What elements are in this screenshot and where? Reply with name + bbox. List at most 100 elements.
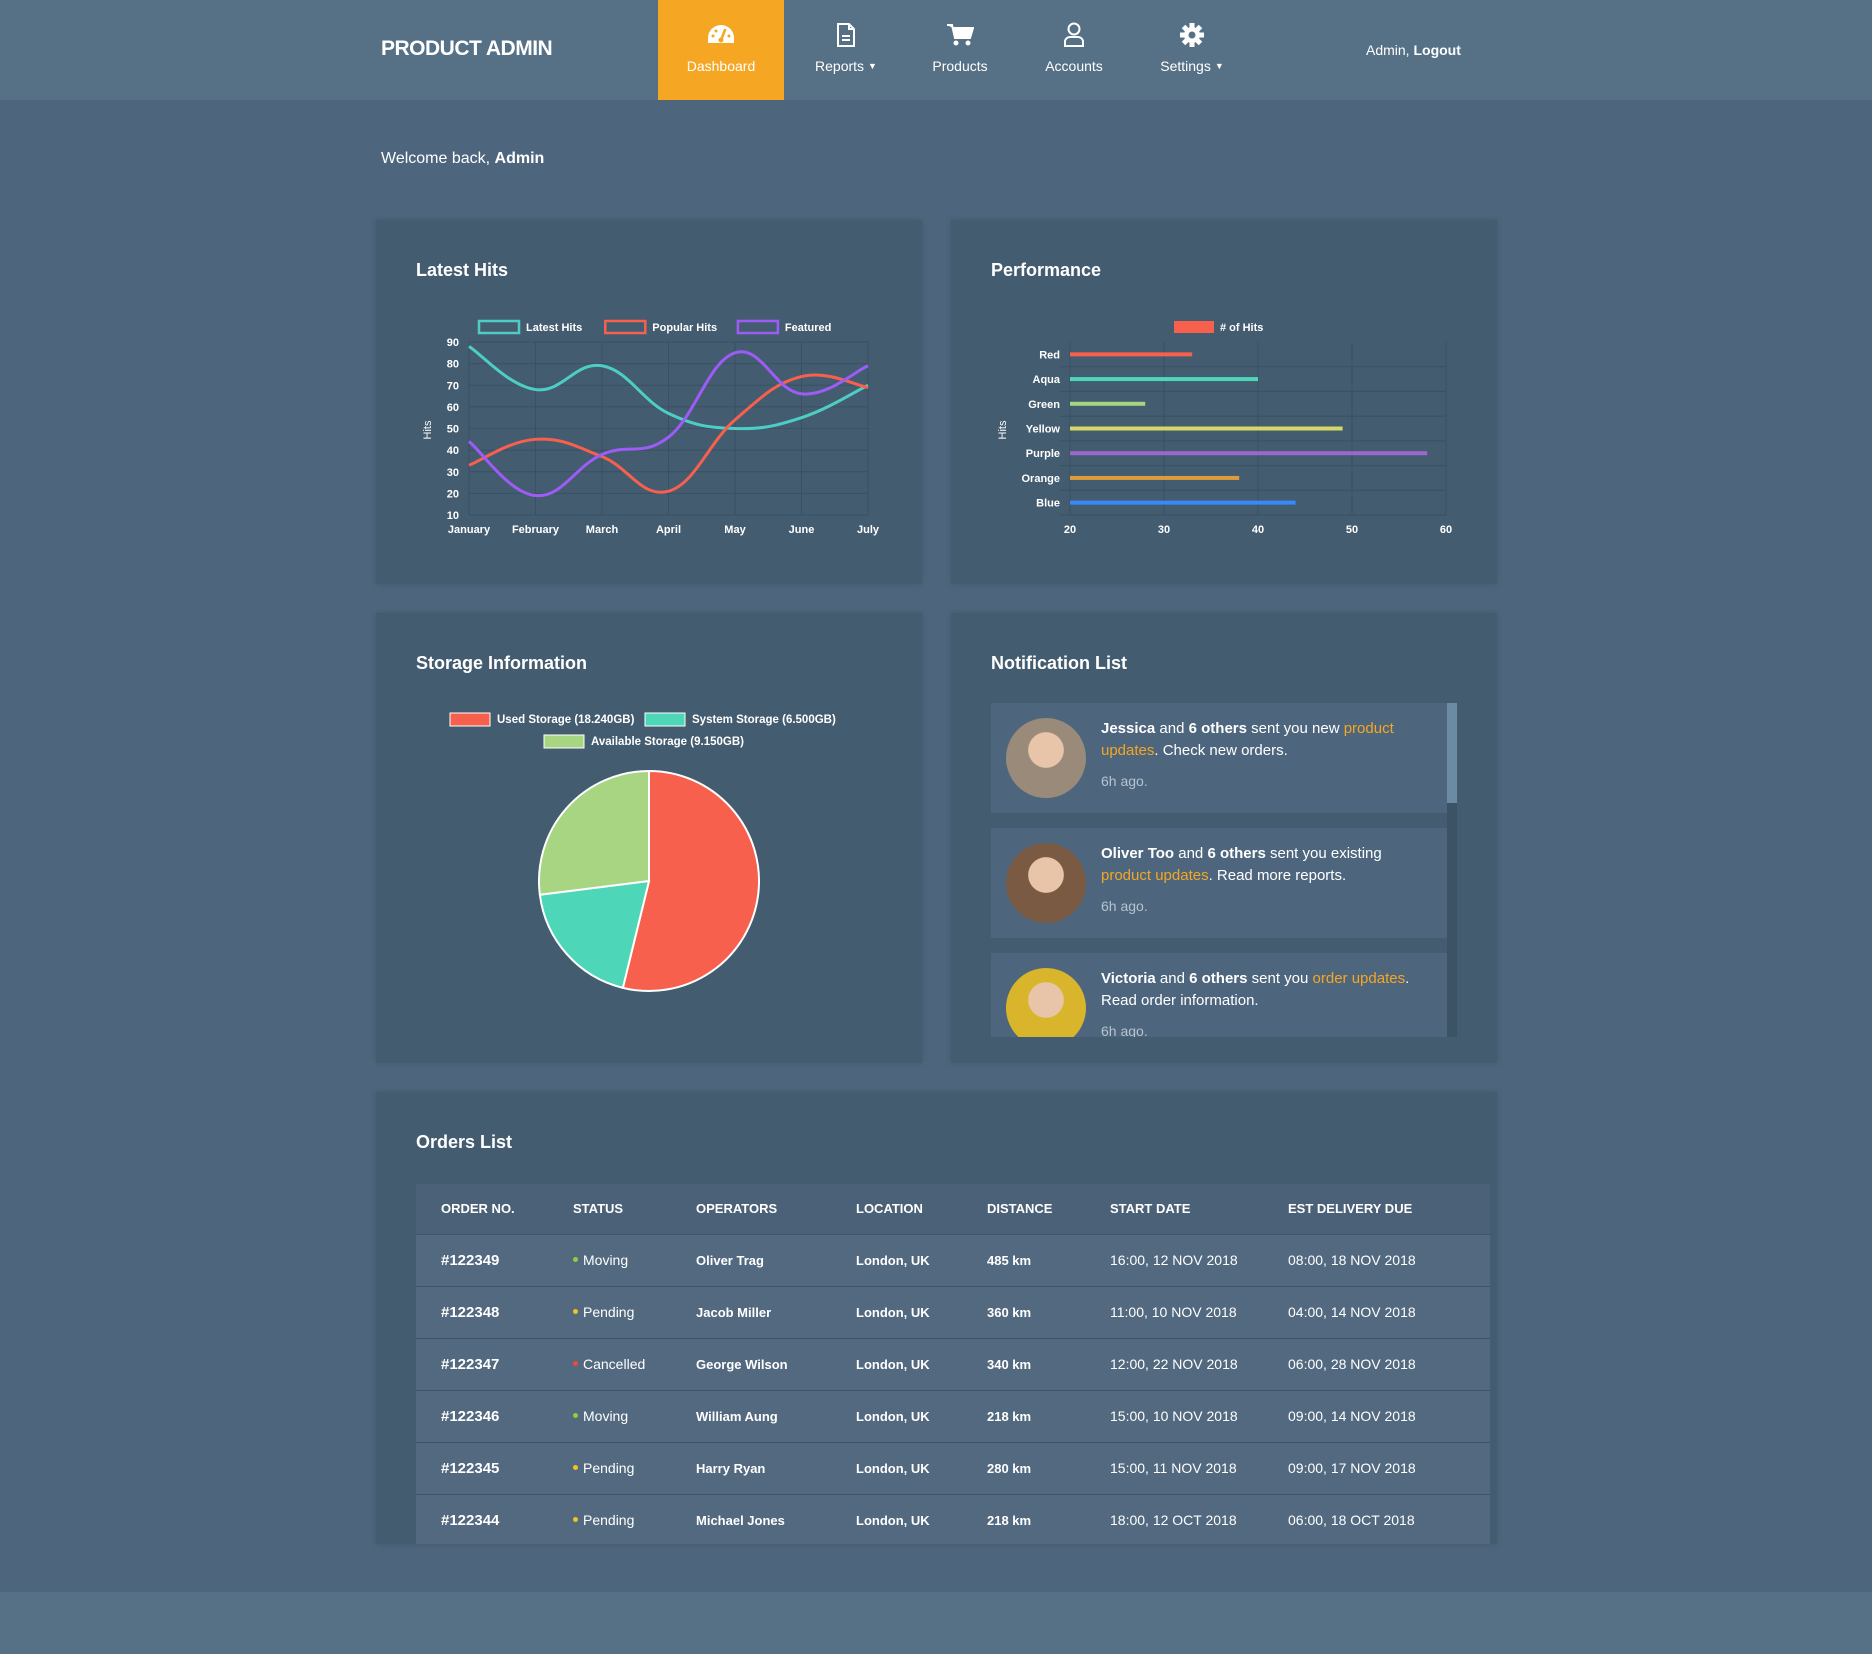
notification-item[interactable]: Oliver Too and 6 others sent you existin… (991, 828, 1447, 938)
legend-swatch (449, 712, 491, 727)
table-row[interactable]: #122344 Pending Michael Jones London, UK… (416, 1494, 1490, 1544)
text-fragment: . Check new orders. (1154, 742, 1288, 759)
sender-name: Jessica (1101, 720, 1156, 737)
y-tick-label: 80 (447, 359, 459, 371)
nav-settings[interactable]: Settings ▼ (1142, 0, 1242, 100)
text-fragment: . Read more reports. (1208, 867, 1347, 884)
brand-logo[interactable]: PRODUCT ADMIN (381, 37, 553, 61)
status-cell: Pending (548, 1286, 671, 1339)
column-header: ORDER NO. (416, 1184, 548, 1235)
order-number: #122344 (416, 1494, 548, 1544)
status-label: Pending (583, 1304, 635, 1320)
text-fragment: and (1174, 845, 1208, 862)
x-tick-label: 30 (1158, 524, 1170, 536)
x-tick-label: July (857, 524, 880, 536)
notification-scroll-area[interactable]: Jessica and 6 others sent you new produc… (991, 703, 1457, 1037)
table-row[interactable]: #122349 Moving Oliver Trag London, UK 48… (416, 1234, 1490, 1287)
status-dot-icon (573, 1412, 578, 1418)
status-label: Cancelled (583, 1356, 646, 1372)
x-tick-label: June (789, 524, 815, 536)
notification-text: Jessica and 6 others sent you new produc… (1101, 718, 1421, 762)
location: London, UK (831, 1494, 962, 1544)
nav-products[interactable]: Products (910, 0, 1010, 100)
nav-accounts-label: Accounts (1045, 58, 1103, 74)
bar-purple (1070, 451, 1428, 456)
notification-link[interactable]: order updates (1313, 970, 1406, 987)
cart-icon (946, 22, 974, 48)
order-number: #122345 (416, 1442, 548, 1495)
operator: Oliver Trag (671, 1234, 831, 1287)
logout-link[interactable]: Logout (1413, 42, 1460, 58)
legend-label: Featured (785, 322, 831, 334)
y-tick-label: 60 (447, 402, 459, 414)
x-tick-label: 20 (1064, 524, 1076, 536)
x-tick-label: January (448, 524, 491, 536)
location: London, UK (831, 1338, 962, 1391)
y-tick-label: 70 (447, 380, 459, 392)
y-tick-label: Yellow (1026, 424, 1061, 436)
notification-item[interactable]: Victoria and 6 others sent you order upd… (991, 953, 1447, 1037)
others-count: 6 others (1188, 720, 1247, 737)
y-tick-label: 50 (447, 424, 459, 436)
distance: 280 km (962, 1442, 1085, 1495)
panel-title: Orders List (416, 1132, 513, 1152)
nav-reports[interactable]: Reports ▼ (796, 0, 896, 100)
location: London, UK (831, 1442, 962, 1495)
column-header: LOCATION (831, 1184, 962, 1235)
bar-blue (1070, 500, 1296, 505)
notification-time: 6h ago. (1101, 898, 1148, 914)
avatar (1006, 968, 1086, 1037)
performance-panel: Performance 20 30 40 50 60 Red Aqua Green Yellow… (951, 220, 1497, 584)
bar-orange (1070, 475, 1240, 480)
location: London, UK (831, 1234, 962, 1287)
start-date: 16:00, 12 NOV 2018 (1085, 1234, 1263, 1287)
nav-dashboard[interactable]: Dashboard (658, 0, 784, 100)
storage-panel: Storage Information Used Storage (18.240… (376, 613, 922, 1063)
status-dot-icon (573, 1308, 578, 1314)
user-name: Admin, (1366, 42, 1410, 58)
notification-link[interactable]: product updates (1101, 867, 1209, 884)
operator: Harry Ryan (671, 1442, 831, 1495)
column-header: START DATE (1085, 1184, 1263, 1235)
status-label: Pending (583, 1512, 635, 1528)
table-header-row: ORDER NO. STATUS OPERATORS LOCATION DISTANCE… (416, 1184, 1490, 1235)
sender-name: Oliver Too (1101, 845, 1175, 862)
panel-title: Notification List (991, 653, 1127, 673)
status-dot-icon (573, 1464, 578, 1470)
welcome-name: Admin (494, 150, 545, 167)
nav-accounts[interactable]: Accounts (1024, 0, 1124, 100)
operator: William Aung (671, 1390, 831, 1443)
y-tick-label: 90 (447, 337, 459, 349)
delivery-due: 06:00, 18 OCT 2018 (1263, 1494, 1490, 1544)
start-date: 12:00, 22 NOV 2018 (1085, 1338, 1263, 1391)
legend-swatch (604, 319, 647, 335)
notification-panel: Notification List Jessica and 6 others s… (951, 613, 1497, 1063)
table-row[interactable]: #122347 Cancelled George Wilson London, … (416, 1338, 1490, 1391)
table-row[interactable]: #122346 Moving William Aung London, UK 2… (416, 1390, 1490, 1443)
notification-list: Jessica and 6 others sent you new produc… (991, 703, 1447, 1037)
status-cell: Moving (548, 1234, 671, 1287)
x-tick-label: 50 (1346, 524, 1358, 536)
status-label: Moving (583, 1408, 629, 1424)
user-menu: Admin, Logout (1366, 42, 1461, 58)
operator: Jacob Miller (671, 1286, 831, 1339)
pie-slice (538, 769, 650, 896)
performance-chart: 20 30 40 50 60 Red Aqua Green Yellow Purple Orange… (997, 321, 1452, 536)
delivery-due: 08:00, 18 NOV 2018 (1263, 1234, 1490, 1287)
notification-item[interactable]: Jessica and 6 others sent you new produc… (991, 703, 1447, 813)
scrollbar-thumb[interactable] (1447, 703, 1457, 803)
nav-settings-label: Settings (1160, 58, 1211, 74)
status-dot-icon (573, 1516, 578, 1522)
location: London, UK (831, 1390, 962, 1443)
user-icon (1063, 22, 1085, 48)
welcome-message: Welcome back, Admin (381, 150, 544, 168)
latest-hits-chart: 10 20 30 40 50 60 70 80 90 January February March Ap… (422, 319, 880, 536)
column-header: STATUS (548, 1184, 671, 1235)
notification-time: 6h ago. (1101, 773, 1148, 789)
legend-swatch (543, 734, 585, 749)
table-row[interactable]: #122345 Pending Harry Ryan London, UK 28… (416, 1442, 1490, 1495)
y-tick-label: 30 (447, 467, 459, 479)
table-row[interactable]: #122348 Pending Jacob Miller London, UK … (416, 1286, 1490, 1339)
nav-products-label: Products (932, 58, 988, 74)
column-header: DISTANCE (962, 1184, 1085, 1235)
